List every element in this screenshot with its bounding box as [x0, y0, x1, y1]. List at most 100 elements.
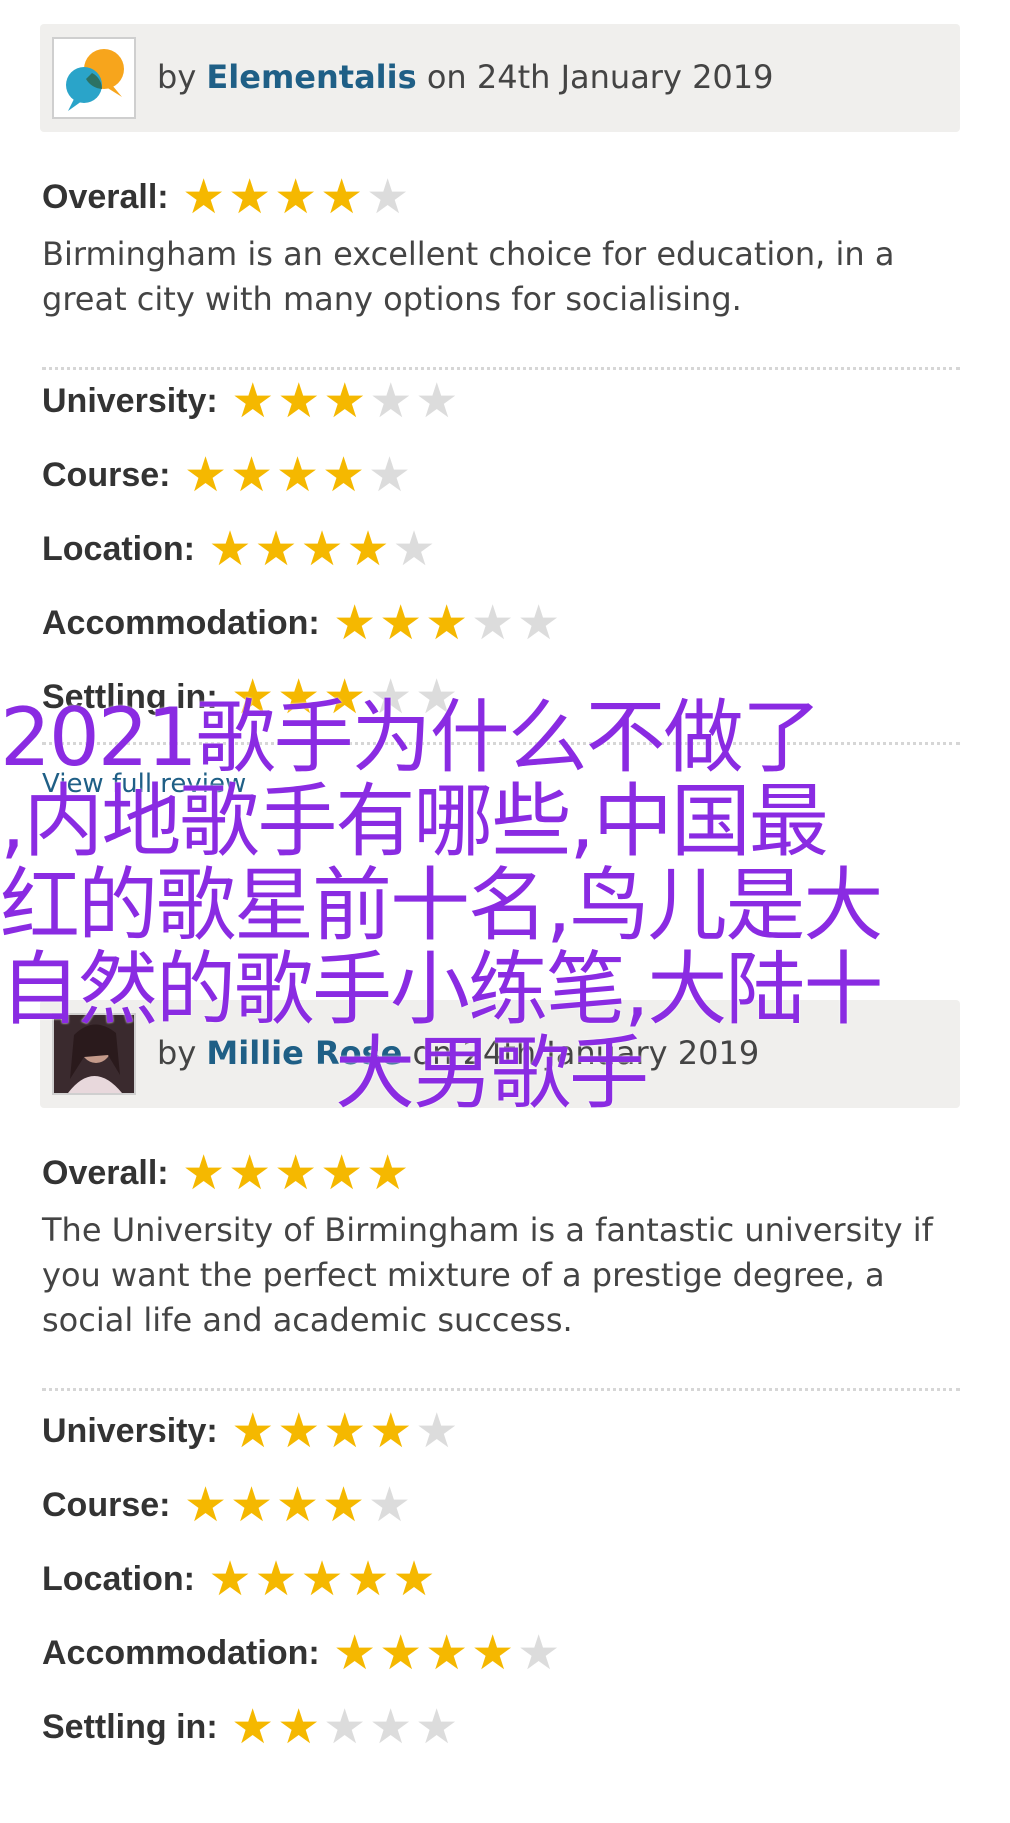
- star-icon: ★: [254, 1551, 298, 1607]
- author-link[interactable]: Elementalis: [206, 58, 416, 96]
- star-icon: ★: [517, 595, 561, 651]
- star-icon: ★: [471, 1625, 515, 1681]
- star-icon: ★: [229, 1477, 273, 1533]
- divider: [42, 1388, 960, 1391]
- star-icon: ★: [320, 1145, 364, 1201]
- avatar[interactable]: [52, 37, 136, 119]
- star-icon: ★: [323, 1699, 367, 1755]
- star-icon: ★: [369, 373, 413, 429]
- star-icon: ★: [366, 1145, 410, 1201]
- star-rating: ★ ★ ★ ★ ★: [230, 1703, 460, 1751]
- star-rating: ★ ★ ★ ★ ★: [181, 173, 411, 221]
- rating-row-accommodation: Accommodation: ★ ★ ★ ★ ★: [42, 598, 562, 648]
- review-1: by Elementalis on 24th January 2019 Over…: [40, 24, 960, 799]
- star-icon: ★: [229, 447, 273, 503]
- speech-bubbles-icon: [66, 49, 124, 111]
- overlay-line: 红的歌星前十名,鸟儿是大: [0, 859, 883, 952]
- star-icon: ★: [323, 373, 367, 429]
- star-icon: ★: [320, 169, 364, 225]
- star-icon: ★: [231, 1403, 275, 1459]
- review-byline: by Elementalis on 24th January 2019: [157, 58, 774, 96]
- star-icon: ★: [231, 1699, 275, 1755]
- rating-label: Course:: [42, 1485, 171, 1524]
- star-icon: ★: [471, 595, 515, 651]
- rating-row-accommodation: Accommodation: ★ ★ ★ ★ ★: [42, 1628, 562, 1678]
- star-icon: ★: [208, 1551, 252, 1607]
- overlay-line: 自然的歌手小练笔,大陆十: [0, 943, 883, 1036]
- star-rating: ★ ★ ★ ★ ★: [207, 525, 437, 573]
- star-icon: ★: [275, 1477, 319, 1533]
- rating-row-university: University: ★ ★ ★ ★ ★: [42, 1406, 460, 1456]
- star-icon: ★: [323, 1403, 367, 1459]
- rating-row-settling-in: Settling in: ★ ★ ★ ★ ★: [42, 1702, 460, 1752]
- star-icon: ★: [367, 1477, 411, 1533]
- star-icon: ★: [300, 521, 344, 577]
- rating-label: Settling in:: [42, 1707, 218, 1746]
- star-icon: ★: [182, 169, 226, 225]
- review-header: by Elementalis on 24th January 2019: [40, 24, 960, 132]
- overlay-headline: 2021歌手为什么不做了 ,内地歌手有哪些,中国最 红的歌星前十名,鸟儿是大 自…: [0, 696, 1010, 1116]
- star-icon: ★: [277, 1403, 321, 1459]
- star-icon: ★: [208, 521, 252, 577]
- overall-rating: Overall: ★ ★ ★ ★ ★: [42, 172, 411, 222]
- overall-label: Overall:: [42, 1153, 169, 1192]
- star-rating: ★ ★ ★ ★ ★: [332, 599, 562, 647]
- rating-row-university: University: ★ ★ ★ ★ ★: [42, 376, 460, 426]
- rating-label: Location:: [42, 529, 195, 568]
- review-date: on 24th January 2019: [426, 58, 774, 96]
- rating-label: Location:: [42, 1559, 195, 1598]
- star-icon: ★: [274, 169, 318, 225]
- star-rating: ★ ★ ★ ★ ★: [207, 1555, 437, 1603]
- divider: [42, 367, 960, 370]
- overlay-line: 大男歌手: [335, 1027, 649, 1120]
- star-icon: ★: [277, 373, 321, 429]
- star-icon: ★: [517, 1625, 561, 1681]
- star-icon: ★: [392, 521, 436, 577]
- star-icon: ★: [182, 1145, 226, 1201]
- star-rating: ★ ★ ★ ★ ★: [332, 1629, 562, 1677]
- overlay-line: 2021歌手为什么不做了: [0, 691, 822, 784]
- review-text: The University of Birmingham is a fantas…: [42, 1211, 933, 1339]
- star-rating: ★ ★ ★ ★ ★: [182, 1481, 412, 1529]
- rating-label: University:: [42, 1411, 218, 1450]
- star-icon: ★: [379, 595, 423, 651]
- star-icon: ★: [425, 595, 469, 651]
- review-text: Birmingham is an excellent choice for ed…: [42, 235, 895, 318]
- rating-label: Accommodation:: [42, 1633, 320, 1672]
- star-icon: ★: [321, 447, 365, 503]
- star-icon: ★: [228, 1145, 272, 1201]
- star-icon: ★: [275, 447, 319, 503]
- star-icon: ★: [228, 169, 272, 225]
- byline-prefix: by: [157, 58, 197, 96]
- rating-row-course: Course: ★ ★ ★ ★ ★: [42, 1480, 412, 1530]
- star-icon: ★: [346, 1551, 390, 1607]
- star-icon: ★: [183, 1477, 227, 1533]
- star-rating: ★ ★ ★ ★ ★: [230, 377, 460, 425]
- star-rating: ★ ★ ★ ★ ★: [181, 1149, 411, 1197]
- star-icon: ★: [333, 1625, 377, 1681]
- star-rating: ★ ★ ★ ★ ★: [230, 1407, 460, 1455]
- star-rating: ★ ★ ★ ★ ★: [182, 451, 412, 499]
- star-icon: ★: [415, 373, 459, 429]
- star-icon: ★: [274, 1145, 318, 1201]
- star-icon: ★: [277, 1699, 321, 1755]
- rating-row-course: Course: ★ ★ ★ ★ ★: [42, 450, 412, 500]
- rating-label: Accommodation:: [42, 603, 320, 642]
- star-icon: ★: [425, 1625, 469, 1681]
- rating-row-location: Location: ★ ★ ★ ★ ★: [42, 524, 437, 574]
- rating-label: Course:: [42, 455, 171, 494]
- rating-row-location: Location: ★ ★ ★ ★ ★: [42, 1554, 437, 1604]
- star-icon: ★: [231, 373, 275, 429]
- star-icon: ★: [300, 1551, 344, 1607]
- star-icon: ★: [333, 595, 377, 651]
- star-icon: ★: [346, 521, 390, 577]
- star-icon: ★: [369, 1403, 413, 1459]
- overall-label: Overall:: [42, 177, 169, 216]
- star-icon: ★: [415, 1699, 459, 1755]
- overlay-line: ,内地歌手有哪些,中国最: [0, 775, 829, 868]
- star-icon: ★: [392, 1551, 436, 1607]
- star-icon: ★: [415, 1403, 459, 1459]
- star-icon: ★: [366, 169, 410, 225]
- star-icon: ★: [183, 447, 227, 503]
- star-icon: ★: [369, 1699, 413, 1755]
